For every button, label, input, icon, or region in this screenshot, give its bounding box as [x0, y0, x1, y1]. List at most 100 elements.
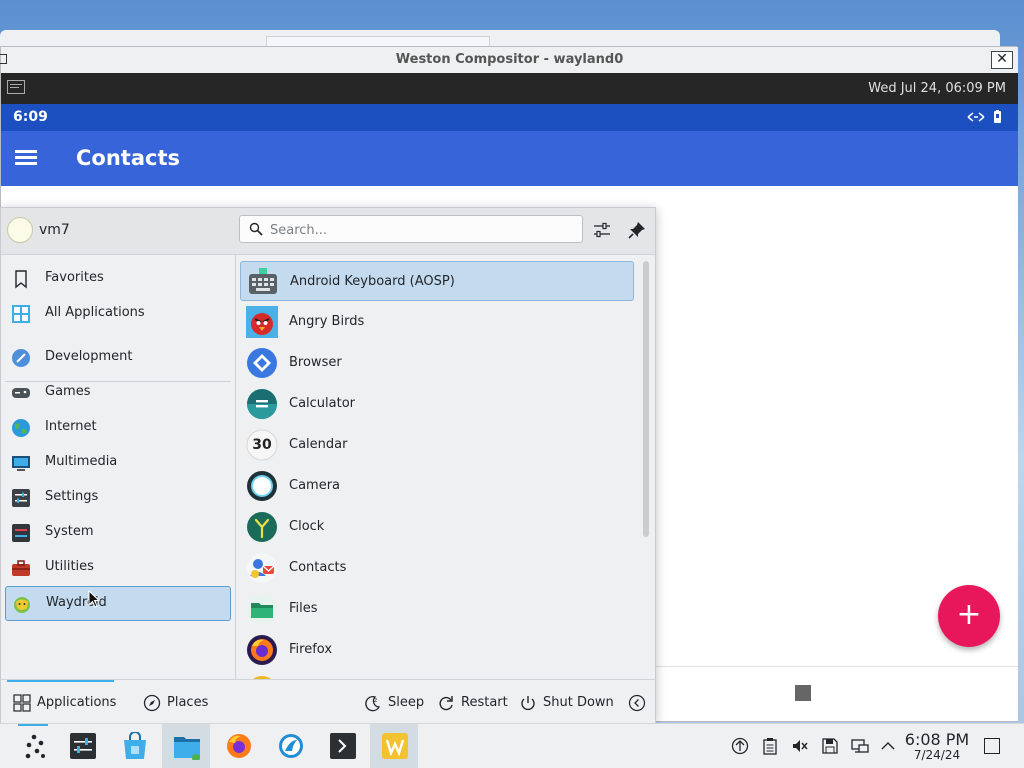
app-partial-item: [240, 671, 634, 679]
app-angry-birds[interactable]: Angry Birds: [240, 302, 634, 342]
globe-icon: [12, 419, 30, 437]
app-clock[interactable]: Clock: [240, 507, 634, 547]
category-label: Games: [45, 384, 91, 399]
window-titlebar[interactable]: Weston Compositor - wayland0 ✕: [0, 47, 1018, 73]
application-list: Android Keyboard (AOSP) Angry Birds Brow…: [237, 255, 655, 679]
tab-applications[interactable]: Applications: [7, 680, 117, 724]
applications-grid-icon: [13, 694, 31, 712]
category-label: Development: [45, 349, 133, 364]
search-box[interactable]: [239, 215, 583, 243]
taskbar: 6:08 PM 7/24/24: [0, 723, 1024, 768]
app-calculator[interactable]: Calculator: [240, 384, 634, 424]
category-development[interactable]: Development: [5, 341, 231, 374]
taskbar-application-launcher[interactable]: [9, 724, 57, 768]
application-launcher-menu: vm7 Favorites: [0, 207, 656, 724]
tab-places-label: Places: [167, 695, 209, 710]
add-contact-fab[interactable]: +: [938, 585, 1000, 647]
application-launcher-icon: [25, 734, 45, 759]
app-label: Android Keyboard (AOSP): [290, 274, 455, 289]
chevron-left-circle-icon: [628, 694, 646, 712]
system-icon: [12, 524, 30, 542]
app-label: Contacts: [289, 560, 347, 575]
development-icon: [12, 349, 30, 367]
launcher-header: vm7: [1, 208, 655, 255]
category-waydroid[interactable]: Waydroid: [5, 586, 231, 621]
file-manager-icon: [174, 737, 200, 760]
calendar-icon-badge: 30: [252, 437, 272, 453]
gamepad-icon: [12, 388, 30, 398]
terminal-launcher-icon[interactable]: [7, 80, 25, 94]
recents-icon[interactable]: [795, 685, 811, 701]
search-input[interactable]: [268, 219, 572, 241]
sleep-button[interactable]: z Sleep: [361, 680, 427, 724]
category-multimedia[interactable]: Multimedia: [5, 446, 231, 479]
calendar-icon: 30: [246, 429, 278, 461]
configure-icon[interactable]: [592, 220, 612, 240]
taskbar-waydroid[interactable]: [266, 724, 314, 768]
calculator-icon: [247, 389, 277, 419]
app-browser[interactable]: Browser: [240, 343, 634, 383]
app-list-scrollbar[interactable]: [643, 261, 649, 537]
category-list: Favorites All Applications Development G…: [1, 255, 236, 679]
app-android-keyboard[interactable]: Android Keyboard (AOSP): [240, 261, 634, 301]
window-close-button[interactable]: ✕: [991, 51, 1013, 69]
chevron-up-icon[interactable]: [879, 737, 897, 755]
category-utilities[interactable]: Utilities: [5, 551, 231, 584]
restart-button[interactable]: Restart: [434, 680, 509, 724]
taskbar-clock-date[interactable]: 7/24/24: [902, 748, 972, 762]
app-label: Calendar: [289, 437, 348, 452]
tab-places[interactable]: Places: [137, 680, 217, 724]
taskbar-file-manager[interactable]: [162, 724, 210, 768]
search-icon: [249, 222, 263, 236]
firefox-icon: [227, 734, 251, 758]
tab-applications-label: Applications: [37, 695, 117, 710]
app-files[interactable]: Files: [240, 589, 634, 629]
weston-panel-clock: Wed Jul 24, 06:09 PM: [868, 81, 1006, 96]
toolbox-icon: [12, 560, 30, 576]
discover-store-icon: [124, 732, 146, 759]
category-label: Utilities: [45, 559, 94, 574]
shutdown-label: Shut Down: [543, 695, 614, 710]
android-app-bar: Contacts: [1, 131, 1018, 186]
hamburger-menu-icon[interactable]: [15, 150, 37, 166]
bookmark-icon: [15, 270, 27, 289]
sleep-label: Sleep: [388, 695, 425, 710]
multimedia-icon: [12, 456, 30, 471]
firefox-icon: [247, 635, 277, 665]
pin-icon[interactable]: [627, 220, 647, 240]
vault-icon[interactable]: [731, 737, 749, 755]
category-all-applications[interactable]: All Applications: [5, 297, 231, 330]
taskbar-terminal[interactable]: [318, 724, 366, 768]
taskbar-firefox[interactable]: [214, 724, 262, 768]
category-favorites[interactable]: Favorites: [5, 262, 231, 295]
app-camera[interactable]: Camera: [240, 466, 634, 506]
terminal-icon: [330, 733, 356, 759]
settings-icon: [12, 489, 30, 507]
category-system[interactable]: System: [5, 516, 231, 549]
app-contacts[interactable]: Contacts: [240, 548, 634, 588]
more-power-options-button[interactable]: [625, 680, 651, 724]
save-icon[interactable]: [821, 737, 839, 755]
taskbar-settings[interactable]: [58, 724, 106, 768]
clipboard-icon[interactable]: [761, 737, 779, 755]
user-avatar[interactable]: [7, 217, 33, 243]
taskbar-clock-time[interactable]: 6:08 PM: [902, 730, 972, 749]
volume-muted-icon[interactable]: [791, 737, 809, 755]
category-games[interactable]: Games: [5, 376, 231, 409]
clock-icon: [247, 512, 277, 542]
shutdown-button[interactable]: Shut Down: [516, 680, 616, 724]
waydroid-weston-icon: [382, 733, 408, 759]
show-desktop-button[interactable]: [984, 738, 1000, 754]
category-internet[interactable]: Internet: [5, 411, 231, 444]
network-icon[interactable]: [851, 737, 869, 755]
svg-text:z: z: [374, 697, 377, 704]
app-calendar[interactable]: 30 Calendar: [240, 425, 634, 465]
compass-icon: [143, 694, 161, 712]
window-title: Weston Compositor - wayland0: [395, 52, 624, 67]
app-label: Browser: [289, 355, 342, 370]
taskbar-waydroid-weston[interactable]: [370, 724, 418, 768]
app-firefox[interactable]: Firefox: [240, 630, 634, 670]
category-settings[interactable]: Settings: [5, 481, 231, 514]
app-label: Firefox: [289, 642, 333, 657]
taskbar-discover[interactable]: [110, 724, 158, 768]
